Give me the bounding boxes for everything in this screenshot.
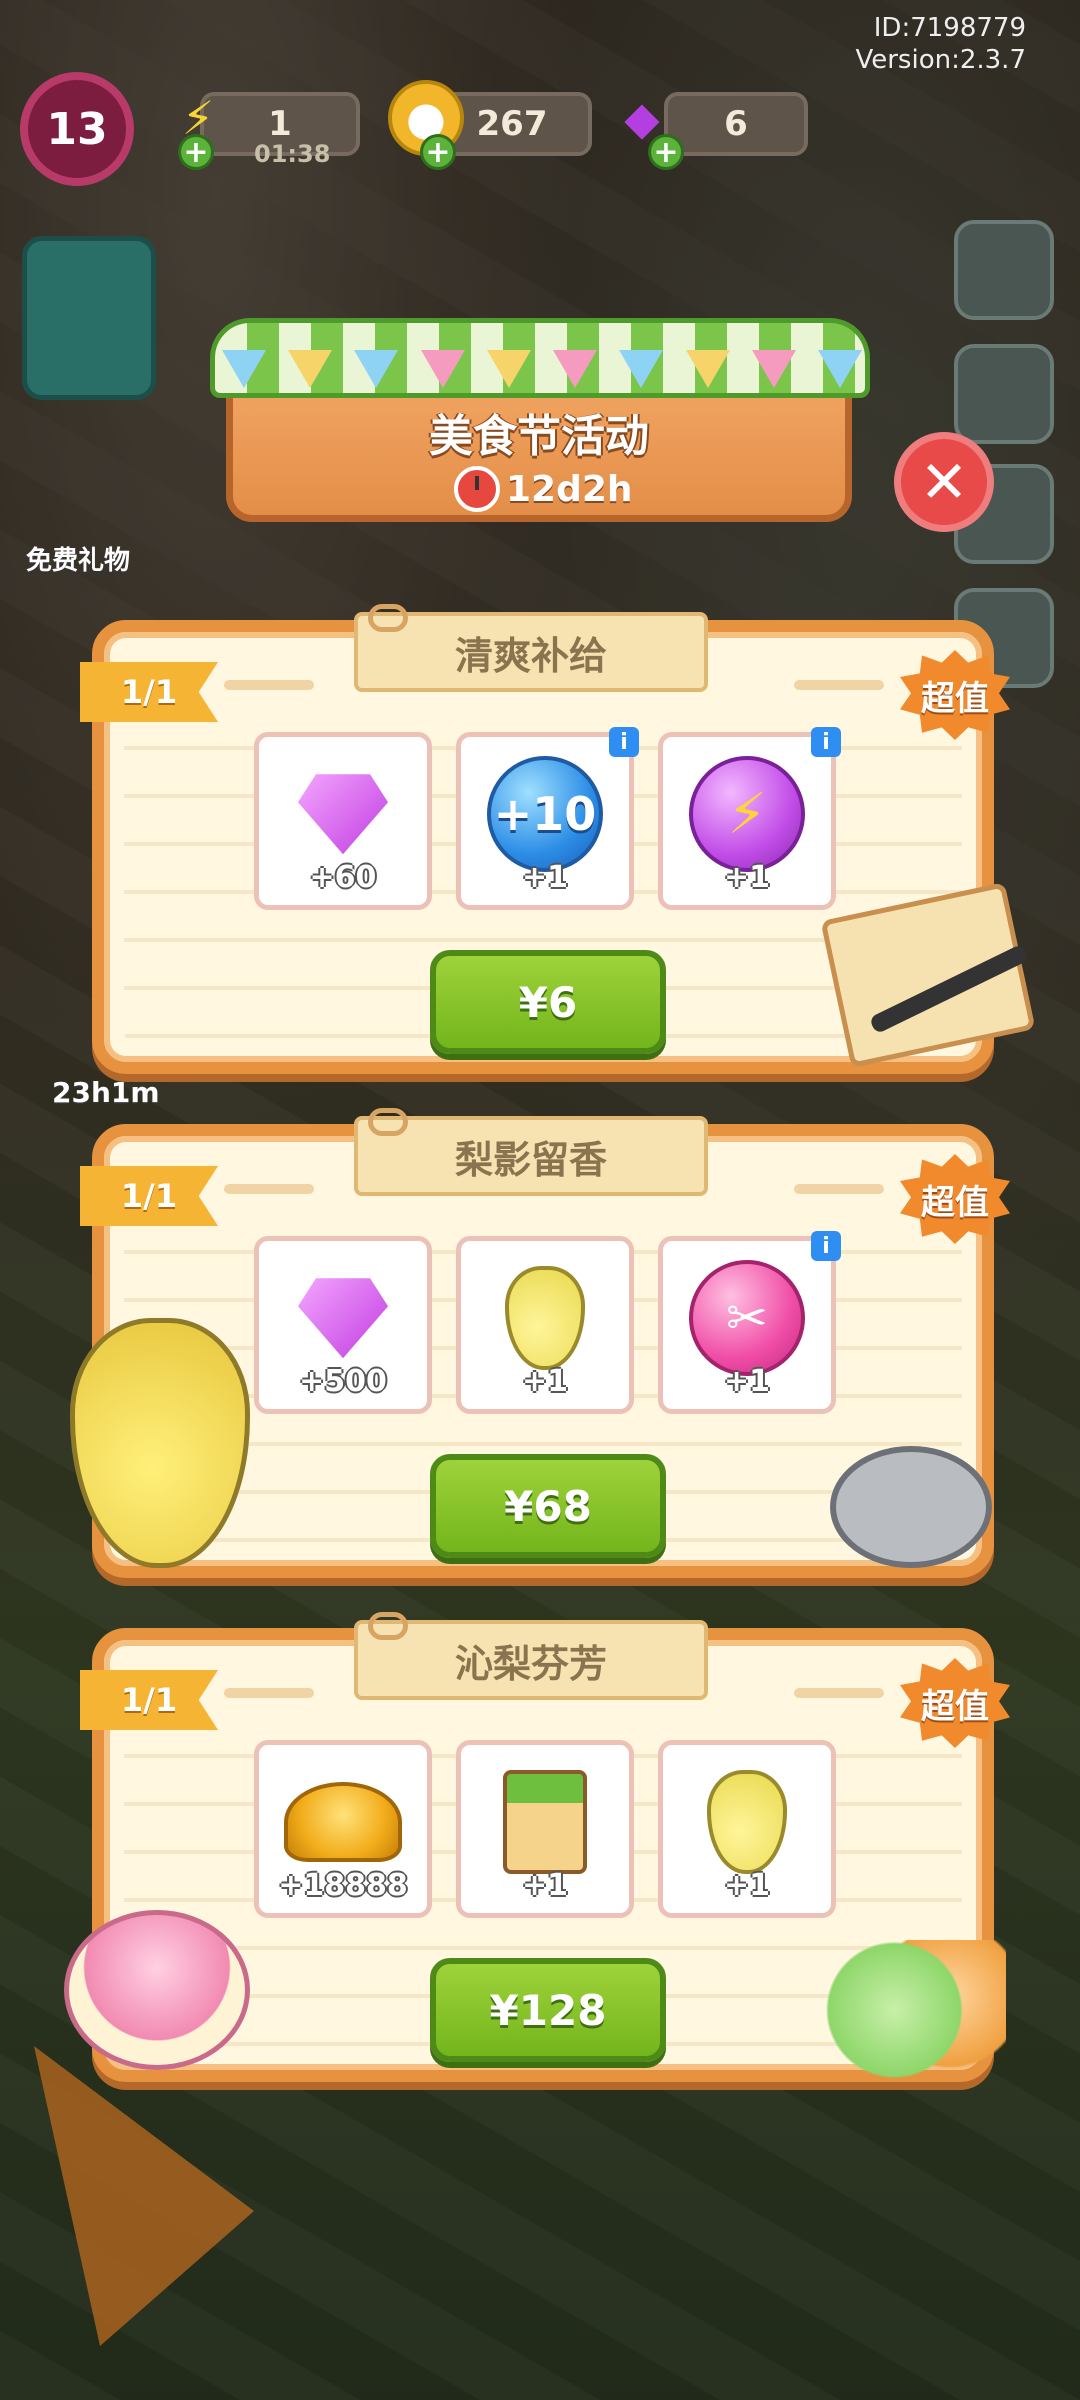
reward-item[interactable]: +18888 [254, 1740, 432, 1918]
plus-ten-orb-icon: +10 [487, 756, 603, 873]
energy-value: 1 [268, 104, 292, 144]
energy-orb-icon: ⚡ [689, 756, 805, 873]
dash-decoration [224, 1688, 314, 1698]
purchase-limit: 1/1 [80, 1166, 218, 1226]
bunting-flags [222, 350, 862, 406]
gem-counter[interactable]: 6 [664, 92, 808, 156]
clock-icon [454, 466, 500, 512]
frying-pan-decoration [830, 1446, 992, 1568]
buy-button[interactable]: ¥68 [430, 1454, 666, 1558]
shop-building-icon [503, 1770, 587, 1875]
level-badge[interactable]: 13 [20, 72, 134, 186]
gem-icon [298, 1278, 388, 1359]
paperclip-icon [368, 604, 408, 632]
paperclip-icon [368, 1612, 408, 1640]
dash-decoration [224, 680, 314, 690]
offer-title: 沁梨芬芳 [354, 1612, 708, 1700]
reward-item[interactable]: +500 [254, 1236, 432, 1414]
purchase-limit: 1/1 [80, 662, 218, 722]
reward-item[interactable]: ✂ +1 i [658, 1231, 841, 1414]
info-button[interactable]: i [609, 727, 639, 757]
gem-value: 6 [724, 104, 748, 144]
countdown-value: 12d2h [506, 468, 633, 510]
offer-title-text: 清爽补给 [454, 633, 607, 678]
reward-qty: +1 [723, 1868, 770, 1903]
gem-icon [298, 774, 388, 855]
close-button[interactable]: ✕ [894, 432, 994, 532]
build-info: ID:7198779 Version:2.3.7 [855, 12, 1026, 76]
reward-qty: +18888 [278, 1868, 408, 1903]
drinks-decoration [820, 1940, 1006, 2080]
dash-decoration [794, 680, 884, 690]
reward-item[interactable]: ⚡ +1 i [658, 727, 841, 910]
reward-item[interactable]: +1 [456, 1740, 634, 1918]
offer-title: 清爽补给 [354, 604, 708, 692]
coin-value: 267 [476, 104, 548, 144]
dash-decoration [794, 1184, 884, 1194]
info-button[interactable]: i [811, 1231, 841, 1261]
pear-costume-icon [505, 1266, 585, 1371]
event-title: 美食节活动 [429, 411, 649, 462]
version-label: Version:2.3.7 [855, 45, 1026, 75]
dash-decoration [794, 1688, 884, 1698]
offer-title: 梨影留香 [354, 1108, 708, 1196]
reward-item[interactable]: +1 [456, 1236, 634, 1414]
offer-title-text: 沁梨芬芳 [454, 1641, 607, 1686]
reward-qty: +1 [521, 860, 568, 895]
reward-qty: +1 [723, 1364, 770, 1399]
mail-button[interactable] [954, 344, 1054, 444]
coin-pile-icon [284, 1782, 402, 1863]
free-gift-label[interactable]: 免费礼物 [26, 540, 130, 577]
side-timer: 23h1m [52, 1076, 160, 1109]
purchase-limit: 1/1 [80, 1670, 218, 1730]
cake-decoration [64, 1910, 250, 2070]
offer-title-text: 梨影留香 [454, 1137, 607, 1182]
reward-qty: +1 [521, 1868, 568, 1903]
buy-button[interactable]: ¥128 [430, 1958, 666, 2062]
reward-item[interactable]: +10 +1 i [456, 727, 639, 910]
reward-item[interactable]: +1 [658, 1740, 836, 1918]
reward-qty: +1 [521, 1364, 568, 1399]
add-coins-button[interactable]: + [420, 134, 456, 170]
energy-timer: 01:38 [254, 140, 331, 168]
reward-item[interactable]: +60 [254, 732, 432, 910]
player-id: ID:7198779 [873, 13, 1026, 43]
info-button[interactable]: i [811, 727, 841, 757]
add-gems-button[interactable]: + [648, 134, 684, 170]
pear-duck-icon [707, 1770, 787, 1875]
add-energy-button[interactable]: + [178, 134, 214, 170]
reward-qty: +60 [309, 860, 377, 895]
dash-decoration [224, 1184, 314, 1194]
reward-qty: +1 [723, 860, 770, 895]
task-board-button[interactable] [22, 236, 156, 400]
event-countdown: 12d2h [454, 466, 633, 512]
paperclip-icon [368, 1108, 408, 1136]
buy-button[interactable]: ¥6 [430, 950, 666, 1054]
reward-qty: +500 [299, 1364, 387, 1399]
scissors-orb-icon: ✂ [689, 1260, 805, 1377]
settings-button[interactable] [954, 220, 1054, 320]
